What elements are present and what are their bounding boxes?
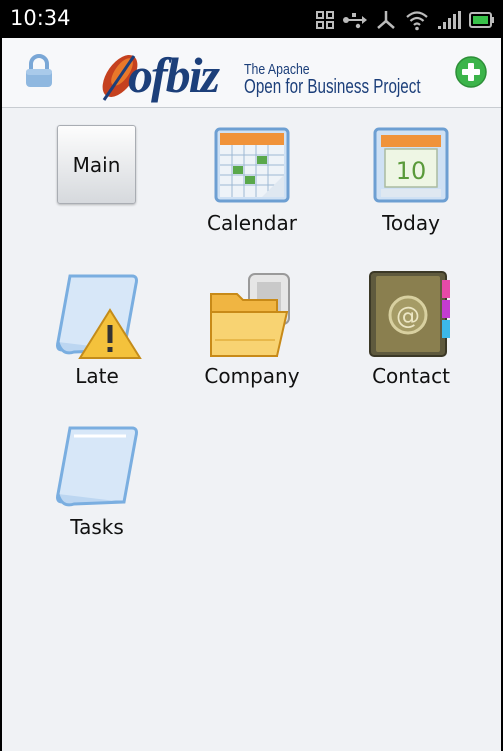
- today-day: 10: [396, 157, 427, 185]
- usb-icon: [343, 13, 367, 29]
- signal-icon: [438, 11, 461, 29]
- today-icon: 10: [373, 127, 449, 203]
- calendar-item[interactable]: Calendar: [182, 125, 322, 265]
- late-label: Late: [75, 364, 119, 388]
- tasks-item[interactable]: Tasks: [27, 422, 167, 562]
- battery-icon: [469, 12, 494, 28]
- add-icon[interactable]: [455, 56, 487, 88]
- svg-text:@: @: [396, 302, 420, 330]
- company-item[interactable]: Company: [182, 270, 322, 410]
- tasks-icon: [56, 426, 138, 507]
- today-label: Today: [382, 211, 440, 235]
- grid-icon: [316, 11, 334, 29]
- status-bar: 10:34: [2, 0, 501, 38]
- contact-label: Contact: [372, 364, 450, 388]
- today-item[interactable]: 10 Today: [341, 125, 481, 265]
- app-frame: 10:34 ofbiz The Apache Open for Business…: [2, 0, 501, 751]
- app-header: ofbiz The Apache Open for Business Proje…: [2, 38, 501, 108]
- contact-icon: @: [369, 271, 450, 357]
- status-icons: [315, 8, 495, 32]
- logo-tagline-2: Open for Business Project: [244, 76, 421, 98]
- contact-item[interactable]: @ Contact: [341, 270, 481, 410]
- share-icon: [377, 11, 395, 29]
- main-button[interactable]: Main: [57, 125, 136, 204]
- company-label: Company: [204, 364, 300, 388]
- company-icon: [210, 273, 290, 357]
- tasks-label: Tasks: [70, 515, 124, 539]
- clock: 10:34: [10, 6, 71, 30]
- wifi-icon: [406, 11, 428, 31]
- calendar-label: Calendar: [207, 211, 297, 235]
- calendar-icon: [214, 127, 290, 203]
- ofbiz-logo: ofbiz The Apache Open for Business Proje…: [98, 47, 438, 103]
- late-icon: [56, 274, 142, 359]
- logo-wordmark: ofbiz: [128, 47, 220, 103]
- late-item[interactable]: Late: [27, 270, 167, 410]
- lock-icon[interactable]: [22, 54, 56, 90]
